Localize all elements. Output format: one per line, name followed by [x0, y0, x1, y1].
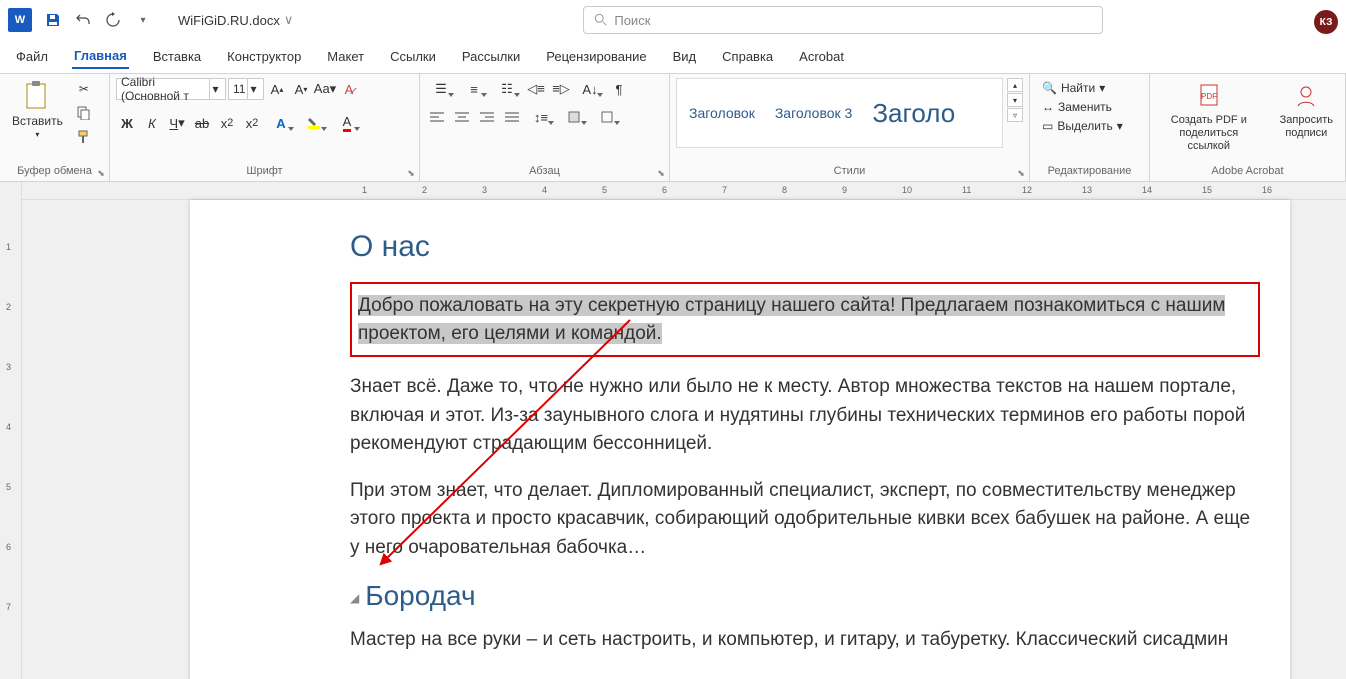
font-size-select[interactable]: 11▾	[228, 78, 264, 100]
replace-button[interactable]: ↔Заменить	[1038, 99, 1127, 115]
sort-icon[interactable]: A↓	[575, 78, 605, 100]
underline-icon[interactable]: Ч▾	[166, 112, 188, 134]
select-button[interactable]: ▭Выделить ▾	[1038, 118, 1127, 134]
menu-review[interactable]: Рецензирование	[544, 45, 648, 68]
find-icon: 🔍	[1042, 81, 1057, 95]
clipboard-launcher-icon[interactable]: ⬊	[95, 167, 107, 179]
paragraph-2[interactable]: Знает всё. Даже то, что не нужно или был…	[350, 373, 1260, 459]
menu-bar: Файл Главная Вставка Конструктор Макет С…	[0, 40, 1346, 74]
search-input[interactable]: Поиск	[583, 6, 1103, 34]
bullets-icon[interactable]: ☰	[426, 78, 456, 100]
qat-more-icon[interactable]: ▾	[132, 9, 154, 31]
create-pdf-button[interactable]: PDF Создать PDF и поделиться ссылкой	[1156, 78, 1262, 156]
grow-font-icon[interactable]: A▴	[266, 78, 288, 100]
subscript-icon[interactable]: x2	[216, 112, 238, 134]
paragraph-3[interactable]: При этом знает, что делает. Дипломирован…	[350, 477, 1260, 563]
superscript-icon[interactable]: x2	[241, 112, 263, 134]
save-icon[interactable]	[42, 9, 64, 31]
collapse-marker-icon[interactable]: ◢	[350, 591, 359, 605]
font-group-label: Шрифт	[116, 163, 413, 179]
heading-1[interactable]: О нас	[350, 230, 1260, 264]
find-button[interactable]: 🔍Найти ▾	[1038, 80, 1127, 96]
shading-icon[interactable]	[559, 106, 589, 128]
copy-icon[interactable]	[73, 102, 95, 124]
numbering-icon[interactable]: ≡	[459, 78, 489, 100]
paste-button[interactable]: Вставить▾	[6, 78, 69, 141]
style-title[interactable]: Заголо	[864, 94, 963, 133]
menu-references[interactable]: Ссылки	[388, 45, 438, 68]
decrease-indent-icon[interactable]: ◁≡	[525, 78, 547, 100]
search-placeholder: Поиск	[614, 13, 650, 28]
borders-icon[interactable]	[592, 106, 622, 128]
align-center-icon[interactable]	[451, 106, 473, 128]
format-painter-icon[interactable]	[73, 126, 95, 148]
user-avatar[interactable]: КЗ	[1314, 10, 1338, 34]
undo-icon[interactable]	[72, 9, 94, 31]
paragraph-group-label: Абзац	[426, 163, 663, 179]
annotation-box: Добро пожаловать на эту секретную страни…	[350, 282, 1260, 357]
highlight-icon[interactable]	[299, 112, 329, 134]
menu-mailings[interactable]: Рассылки	[460, 45, 522, 68]
paragraph-launcher-icon[interactable]: ⬊	[655, 167, 667, 179]
editing-group-label: Редактирование	[1036, 163, 1143, 179]
clipboard-group-label: Буфер обмена	[6, 163, 103, 179]
menu-file[interactable]: Файл	[14, 45, 50, 68]
align-right-icon[interactable]	[476, 106, 498, 128]
justify-icon[interactable]	[501, 106, 523, 128]
italic-icon[interactable]: К	[141, 112, 163, 134]
menu-home[interactable]: Главная	[72, 44, 129, 69]
line-spacing-icon[interactable]: ↕≡	[526, 106, 556, 128]
vertical-ruler[interactable]: 1 2 3 4 5 6 7	[0, 182, 22, 679]
cut-icon[interactable]: ✂	[73, 78, 95, 100]
menu-layout[interactable]: Макет	[325, 45, 366, 68]
change-case-icon[interactable]: Aa▾	[314, 78, 336, 100]
text-effects-icon[interactable]: A	[266, 112, 296, 134]
styles-scroll-up-icon[interactable]: ▴	[1007, 78, 1023, 92]
align-left-icon[interactable]	[426, 106, 448, 128]
style-heading[interactable]: Заголовок	[681, 101, 763, 125]
request-signature-button[interactable]: Запросить подписи	[1274, 78, 1339, 142]
bold-icon[interactable]: Ж	[116, 112, 138, 134]
redo-icon[interactable]	[102, 9, 124, 31]
word-app-icon: W	[8, 8, 32, 32]
menu-insert[interactable]: Вставка	[151, 45, 203, 68]
styles-group-label: Стили	[676, 163, 1023, 179]
acrobat-group-label: Adobe Acrobat	[1156, 163, 1339, 179]
show-marks-icon[interactable]: ¶	[608, 78, 630, 100]
style-heading3[interactable]: Заголовок 3	[767, 101, 861, 125]
styles-scroll-down-icon[interactable]: ▾	[1007, 93, 1023, 107]
pdf-icon: PDF	[1193, 80, 1225, 112]
menu-help[interactable]: Справка	[720, 45, 775, 68]
strikethrough-icon[interactable]: ab	[191, 112, 213, 134]
styles-expand-icon[interactable]: ▿	[1007, 108, 1023, 122]
increase-indent-icon[interactable]: ≡▷	[550, 78, 572, 100]
heading-2[interactable]: ◢Бородач	[350, 580, 1260, 612]
document-filename[interactable]: WiFiGiD.RU.docx ∨	[178, 12, 293, 28]
menu-view[interactable]: Вид	[671, 45, 699, 68]
replace-icon: ↔	[1042, 100, 1054, 114]
menu-acrobat[interactable]: Acrobat	[797, 45, 846, 68]
document-page[interactable]: О нас Добро пожаловать на эту секретную …	[190, 200, 1290, 679]
search-icon	[594, 13, 608, 27]
font-color-icon[interactable]: A	[332, 112, 362, 134]
selected-paragraph[interactable]: Добро пожаловать на эту секретную страни…	[358, 295, 1225, 344]
select-icon: ▭	[1042, 119, 1053, 133]
paragraph-4[interactable]: Мастер на все руки – и сеть настроить, и…	[350, 626, 1260, 655]
styles-launcher-icon[interactable]: ⬊	[1015, 167, 1027, 179]
menu-design[interactable]: Конструктор	[225, 45, 303, 68]
clear-format-icon[interactable]: A̷	[338, 78, 360, 100]
shrink-font-icon[interactable]: A▾	[290, 78, 312, 100]
svg-text:PDF: PDF	[1201, 92, 1217, 101]
font-launcher-icon[interactable]: ⬊	[405, 167, 417, 179]
horizontal-ruler[interactable]: 1 2 3 4 5 6 7 8 9 10 11 12 13 14 15 16	[22, 182, 1346, 200]
font-name-select[interactable]: Calibri (Основной т▾	[116, 78, 226, 100]
signature-icon	[1290, 80, 1322, 112]
multilevel-icon[interactable]: ☷	[492, 78, 522, 100]
